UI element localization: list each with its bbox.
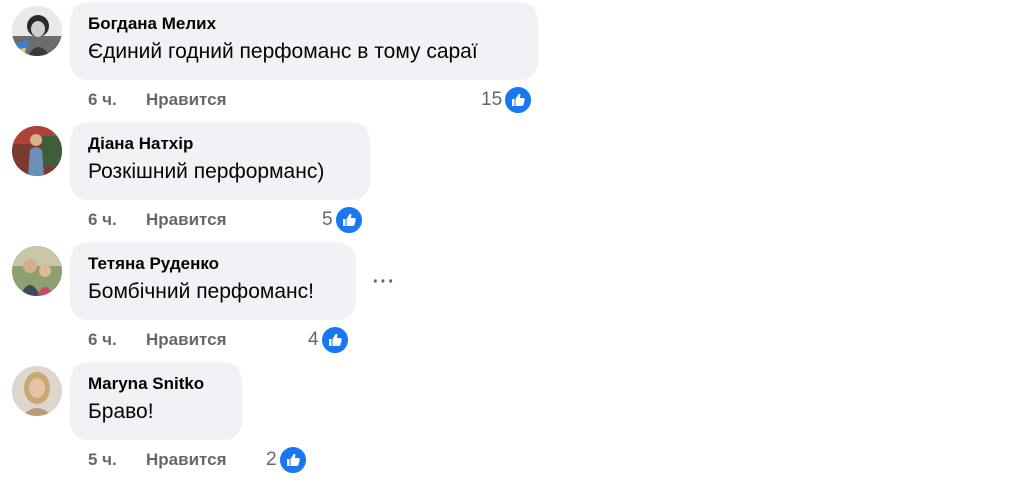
avatar-image [12, 126, 62, 176]
comment: Maryna Snitko Браво! 5 ч. Нравится 2 [0, 362, 1016, 482]
avatar-image [12, 246, 62, 296]
comment: Богдана Мелих Єдиний годний перфоманс в … [0, 2, 1016, 122]
thumbs-up-icon [277, 445, 308, 475]
like-button[interactable]: Нравится [146, 449, 227, 471]
comment-text: Бомбічний перфоманс! [88, 280, 314, 303]
comment-actions: 5 ч. Нравится [88, 449, 227, 471]
thumbs-up-icon [333, 205, 364, 235]
thumbs-up-icon [503, 85, 534, 115]
comment-time[interactable]: 6 ч. [88, 90, 117, 109]
avatar[interactable] [12, 6, 62, 56]
reactions-summary[interactable]: 15 [481, 85, 534, 115]
reaction-count: 5 [322, 209, 333, 230]
reactions-summary[interactable]: 5 [322, 205, 364, 235]
comment-author[interactable]: Тетяна Руденко [88, 253, 338, 275]
comment-bubble: Діана Натхір Розкішний перформанс) [70, 122, 370, 200]
ellipsis-icon[interactable]: ··· [362, 264, 406, 300]
reactions-summary[interactable]: 4 [308, 325, 350, 355]
comment-time[interactable]: 5 ч. [88, 450, 117, 469]
comment-actions: 6 ч. Нравится [88, 89, 227, 111]
like-button[interactable]: Нравится [146, 329, 227, 351]
avatar[interactable] [12, 246, 62, 296]
comment: Діана Натхір Розкішний перформанс) 6 ч. … [0, 122, 1016, 242]
comment-actions: 6 ч. Нравится [88, 209, 227, 231]
comment-actions: 6 ч. Нравится [88, 329, 227, 351]
comment-author[interactable]: Діана Натхір [88, 133, 352, 155]
avatar-image [12, 6, 62, 56]
avatar[interactable] [12, 366, 62, 416]
thumbs-up-icon [319, 325, 350, 355]
reaction-count: 2 [266, 449, 277, 470]
comment: Тетяна Руденко Бомбічний перфоманс! ··· … [0, 242, 1016, 362]
comment-text: Єдиний годний перфоманс в тому сараї [88, 40, 478, 63]
comment-text: Браво! [88, 400, 154, 423]
comment-bubble: Тетяна Руденко Бомбічний перфоманс! [70, 242, 356, 320]
reaction-count: 4 [308, 329, 319, 350]
avatar-image [12, 366, 62, 416]
like-button[interactable]: Нравится [146, 89, 227, 111]
avatar[interactable] [12, 126, 62, 176]
reactions-summary[interactable]: 2 [266, 445, 308, 475]
like-button[interactable]: Нравится [146, 209, 227, 231]
comment-bubble: Богдана Мелих Єдиний годний перфоманс в … [70, 2, 538, 80]
reaction-count: 15 [481, 89, 503, 110]
comment-text: Розкішний перформанс) [88, 160, 325, 183]
comment-author[interactable]: Богдана Мелих [88, 13, 520, 35]
comment-time[interactable]: 6 ч. [88, 210, 117, 229]
comment-bubble: Maryna Snitko Браво! [70, 362, 242, 440]
comment-time[interactable]: 6 ч. [88, 330, 117, 349]
comment-author[interactable]: Maryna Snitko [88, 373, 224, 395]
